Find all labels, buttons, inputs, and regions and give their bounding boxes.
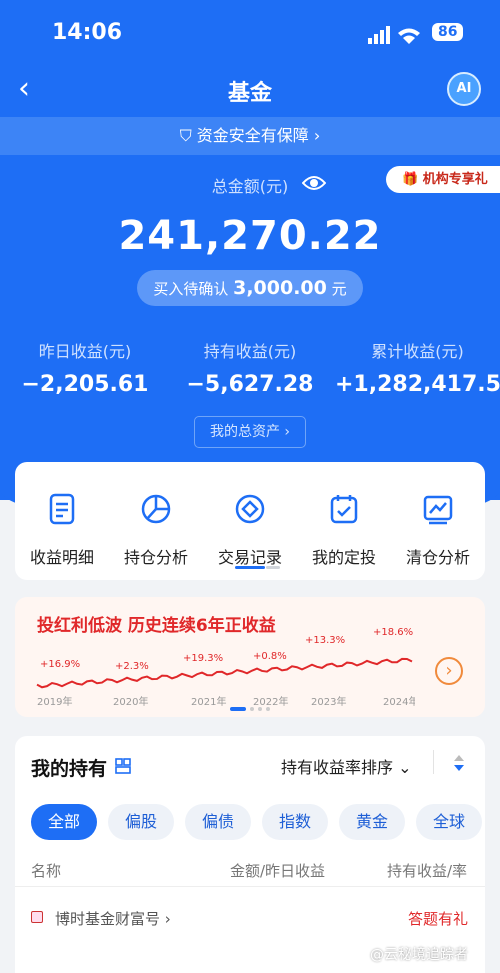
banner-pager-dots: [230, 707, 270, 711]
page-indicator-inactive: [266, 566, 280, 569]
pending-amount: 3,000.00: [233, 277, 327, 299]
grid-icon[interactable]: [115, 758, 131, 774]
stat-cumulative: 累计收益(元) +1,282,417.57: [335, 338, 500, 397]
trend-chart-icon: [423, 495, 453, 525]
signal-wifi-icon: [368, 26, 420, 44]
banner-annotation: +0.8%: [253, 651, 287, 662]
stat-label: 累计收益(元): [371, 342, 464, 361]
fund-company-name[interactable]: 博时基金财富号 ›: [55, 908, 171, 929]
tab-global[interactable]: 全球: [416, 804, 482, 840]
pending-confirm-pill[interactable]: 买入待确认 3,000.00 元: [137, 270, 363, 306]
divider: [15, 886, 485, 887]
page-indicator-active: [235, 566, 265, 569]
promo-banner[interactable]: 投红利低波 历史连续6年正收益 +16.9% +2.3% +19.3% +0.8% +1…: [15, 597, 485, 717]
exchange-icon: [235, 494, 265, 524]
battery-indicator: 86: [432, 23, 464, 41]
stat-value: +1,282,417.57: [335, 372, 500, 397]
stat-label: 持有收益(元): [203, 342, 297, 361]
safety-text: 资金安全有保障 ›: [196, 126, 321, 145]
nav-bar: ‹ 基金: [0, 70, 500, 110]
page-title: 基金: [227, 81, 272, 106]
banner-year-label: 2024年: [383, 695, 415, 708]
ai-assistant-button[interactable]: AI: [447, 72, 481, 106]
banner-annotation: +13.3%: [305, 635, 345, 646]
sort-dropdown[interactable]: 持有收益率排序 ⌄: [281, 754, 412, 778]
banner-chart: +16.9% +2.3% +19.3% +0.8% +13.3% +18.6% 2019年…: [36, 627, 415, 708]
tab-all[interactable]: 全部: [31, 804, 97, 840]
banner-year-label: 2023年: [311, 695, 346, 708]
tab-index[interactable]: 指数: [262, 804, 328, 840]
banner-year-label: 2020年: [113, 695, 148, 708]
menu-item-income-detail[interactable]: 收益明细: [15, 492, 109, 568]
col-amount: 金额/昨日收益: [230, 862, 326, 880]
calendar-icon: [330, 495, 358, 524]
banner-year-label: 2021年: [191, 695, 226, 708]
function-menu: 收益明细 持仓分析 交易记录 我的定投 清仓分析: [15, 462, 485, 580]
sort-arrows-icon[interactable]: [453, 754, 465, 772]
document-icon: [49, 493, 75, 525]
menu-label: 交易记录: [217, 548, 282, 567]
total-amount: 241,270.22: [118, 213, 382, 259]
quiz-gift-link[interactable]: 答题有礼: [408, 908, 468, 929]
pie-chart-icon: [141, 494, 171, 524]
col-holding-return: 持有收益/率: [387, 862, 468, 880]
menu-item-trade-records[interactable]: 交易记录: [203, 492, 297, 568]
stat-value: −2,205.61: [21, 372, 149, 397]
banner-next-arrow-icon[interactable]: ›: [435, 657, 463, 685]
total-assets-button[interactable]: 我的总资产 ›: [194, 416, 306, 448]
status-time: 14:06: [52, 20, 123, 45]
pending-unit: 元: [331, 280, 347, 298]
total-label-text: 总金额(元): [211, 177, 289, 196]
menu-label: 持仓分析: [123, 548, 188, 567]
menu-item-position-analysis[interactable]: 持仓分析: [109, 492, 203, 568]
eye-icon[interactable]: [302, 173, 326, 193]
pending-label: 买入待确认: [153, 280, 229, 298]
col-name: 名称: [31, 862, 62, 880]
holdings-title: 我的持有: [31, 758, 108, 780]
tab-gold[interactable]: 黄金: [339, 804, 405, 840]
banner-year-label: 2019年: [37, 695, 72, 708]
status-bar: 14:06 86: [0, 18, 500, 48]
banner-annotation: +16.9%: [40, 659, 80, 670]
stat-label: 昨日收益(元): [38, 342, 132, 361]
stat-yesterday: 昨日收益(元) −2,205.61: [20, 338, 150, 397]
divider: [433, 750, 434, 774]
stat-holding: 持有收益(元) −5,627.28: [185, 338, 315, 397]
menu-label: 收益明细: [29, 548, 94, 567]
banner-annotation: +2.3%: [115, 661, 149, 672]
menu-item-my-plans[interactable]: 我的定投: [297, 492, 391, 568]
menu-item-clearance-analysis[interactable]: 清仓分析: [391, 492, 485, 568]
stat-value: −5,627.28: [186, 372, 314, 397]
tab-bond[interactable]: 偏债: [185, 804, 251, 840]
menu-label: 清仓分析: [405, 548, 470, 567]
fund-logo-icon: [31, 911, 43, 923]
banner-annotation: +19.3%: [183, 653, 223, 664]
holdings-section: 我的持有 持有收益率排序 ⌄ 全部 偏股 偏债 指数 黄金 全球 名称 金额/昨…: [15, 736, 485, 973]
shield-icon: ⛉: [179, 126, 197, 145]
safety-banner[interactable]: ⛉ 资金安全有保障 ›: [0, 117, 500, 155]
banner-annotation: +18.6%: [373, 627, 413, 638]
watermark: @云秘境追踪者: [370, 947, 468, 963]
menu-label: 我的定投: [311, 548, 376, 567]
total-label: 总金额(元): [0, 173, 500, 197]
tab-equity[interactable]: 偏股: [108, 804, 174, 840]
